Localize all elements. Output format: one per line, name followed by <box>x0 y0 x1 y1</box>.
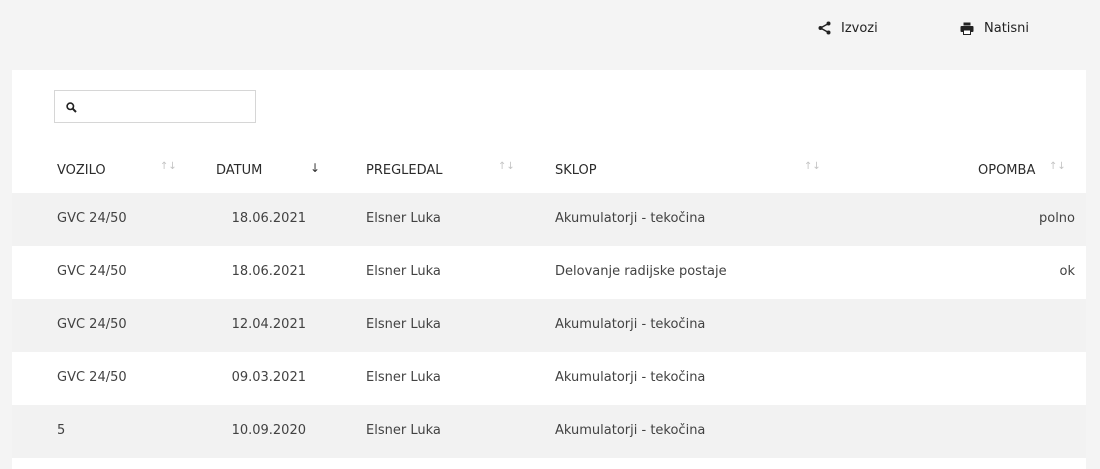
column-header-pregledal[interactable]: PREGLEDAL <box>366 161 443 181</box>
search-input[interactable] <box>87 95 251 120</box>
top-toolbar: Izvozi Natisni <box>0 0 1100 70</box>
cell-opomba: ok <box>1059 264 1075 279</box>
cell-vozilo: GVC 24/50 <box>57 264 127 279</box>
table-card: VOZILO ↑↓ DATUM ↓ PREGLEDAL ↑↓ SKLOP ↑↓ … <box>12 70 1086 469</box>
cell-datum: 12.04.2021 <box>231 317 306 332</box>
cell-pregledal: Elsner Luka <box>366 211 441 226</box>
sort-arrows-icon[interactable]: ↑↓ <box>498 162 515 172</box>
export-label: Izvozi <box>841 20 878 36</box>
table-header: VOZILO ↑↓ DATUM ↓ PREGLEDAL ↑↓ SKLOP ↑↓ … <box>12 150 1086 192</box>
table-row[interactable]: GVC 24/50 12.04.2021 Elsner Luka Akumula… <box>12 299 1086 352</box>
sort-arrows-icon[interactable]: ↑↓ <box>160 162 177 172</box>
printer-icon <box>960 22 974 35</box>
sort-arrows-icon[interactable]: ↑↓ <box>804 162 821 172</box>
table-row[interactable]: GVC 24/50 09.03.2021 Elsner Luka Akumula… <box>12 352 1086 405</box>
cell-datum: 10.09.2020 <box>231 423 306 438</box>
cell-sklop: Akumulatorji - tekočina <box>555 317 706 332</box>
share-icon <box>818 21 831 35</box>
cell-vozilo: 5 <box>57 423 66 438</box>
cell-sklop: Akumulatorji - tekočina <box>555 423 706 438</box>
cell-pregledal: Elsner Luka <box>366 423 441 438</box>
search-icon <box>66 102 77 113</box>
cell-sklop: Akumulatorji - tekočina <box>555 370 706 385</box>
cell-datum: 18.06.2021 <box>231 211 306 226</box>
table-row[interactable]: 5 10.09.2020 Elsner Luka Akumulatorji - … <box>12 405 1086 458</box>
cell-datum: 09.03.2021 <box>231 370 306 385</box>
column-header-vozilo[interactable]: VOZILO <box>57 161 106 181</box>
cell-vozilo: GVC 24/50 <box>57 370 127 385</box>
column-header-datum[interactable]: DATUM <box>216 161 262 181</box>
cell-opomba: polno <box>1038 211 1075 226</box>
print-button[interactable]: Natisni <box>960 18 1029 38</box>
export-button[interactable]: Izvozi <box>818 18 878 38</box>
sort-arrows-icon[interactable]: ↑↓ <box>1049 162 1066 172</box>
cell-pregledal: Elsner Luka <box>366 317 441 332</box>
cell-vozilo: GVC 24/50 <box>57 317 127 332</box>
column-header-opomba[interactable]: OPOMBA <box>978 161 1035 181</box>
table-row[interactable]: GVC 24/50 18.06.2021 Elsner Luka Akumula… <box>12 193 1086 246</box>
table-row[interactable]: GVC 24/50 18.06.2021 Elsner Luka Delovan… <box>12 246 1086 299</box>
print-label: Natisni <box>984 20 1030 36</box>
column-header-sklop[interactable]: SKLOP <box>555 161 597 181</box>
search-box[interactable] <box>54 90 256 123</box>
cell-pregledal: Elsner Luka <box>366 370 441 385</box>
cell-pregledal: Elsner Luka <box>366 264 441 279</box>
cell-datum: 18.06.2021 <box>231 264 306 279</box>
sort-descending-icon[interactable]: ↓ <box>310 162 320 174</box>
cell-vozilo: GVC 24/50 <box>57 211 127 226</box>
cell-sklop: Akumulatorji - tekočina <box>555 211 706 226</box>
cell-sklop: Delovanje radijske postaje <box>555 264 727 279</box>
